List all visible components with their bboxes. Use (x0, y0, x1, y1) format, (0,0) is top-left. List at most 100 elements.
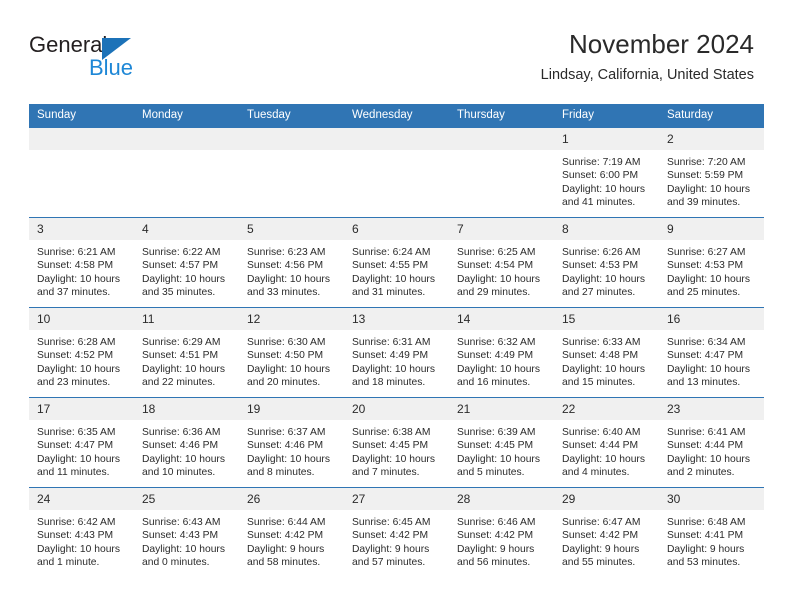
day-detail-line: Daylight: 10 hours (457, 363, 540, 375)
page-header: General Blue November 2024 Lindsay, Cali… (0, 0, 792, 104)
day-detail-line: and 25 minutes. (667, 287, 741, 299)
calendar-day-cell[interactable]: 28 Sunrise: 6:46 AM Sunset: 4:42 PM Dayligh… (449, 487, 554, 577)
calendar-cell-empty (29, 127, 134, 218)
day-detail-line: Sunset: 4:49 PM (352, 350, 429, 362)
day-detail-line: Sunset: 4:46 PM (247, 440, 324, 452)
day-detail-line: Daylight: 10 hours (562, 183, 645, 195)
calendar-day-cell[interactable]: 24 Sunrise: 6:42 AM Sunset: 4:43 PM Dayligh… (29, 487, 134, 577)
day-details: Sunrise: 7:19 AM Sunset: 6:00 PM Daylight:… (554, 150, 659, 210)
calendar-day-cell[interactable]: 3 Sunrise: 6:21 AM Sunset: 4:58 PM Daylight… (29, 217, 134, 308)
day-detail-line: Sunset: 5:59 PM (667, 170, 744, 182)
day-detail-line: and 5 minutes. (457, 467, 525, 479)
day-number: 26 (239, 488, 344, 510)
calendar-day-cell[interactable]: 8 Sunrise: 6:26 AM Sunset: 4:53 PM Daylight… (554, 217, 659, 308)
day-detail-line: Sunrise: 6:31 AM (352, 337, 431, 348)
day-detail-line: and 23 minutes. (37, 377, 111, 389)
day-number: 4 (134, 218, 239, 240)
day-detail-line: Daylight: 10 hours (457, 273, 540, 285)
calendar-day-cell[interactable]: 19 Sunrise: 6:37 AM Sunset: 4:46 PM Dayligh… (239, 397, 344, 488)
calendar-day-cell[interactable]: 27 Sunrise: 6:45 AM Sunset: 4:42 PM Dayligh… (344, 487, 449, 577)
day-details: Sunrise: 6:32 AM Sunset: 4:49 PM Daylight:… (449, 330, 554, 390)
day-detail-line: Sunset: 4:44 PM (667, 440, 744, 452)
day-detail-line: Daylight: 10 hours (457, 453, 540, 465)
calendar-day-cell[interactable]: 21 Sunrise: 6:39 AM Sunset: 4:45 PM Dayligh… (449, 397, 554, 488)
day-detail-line: and 33 minutes. (247, 287, 321, 299)
calendar-week-row: 1 Sunrise: 7:19 AM Sunset: 6:00 PM Daylight… (29, 127, 764, 218)
day-details: Sunrise: 6:33 AM Sunset: 4:48 PM Daylight:… (554, 330, 659, 390)
day-detail-line: and 29 minutes. (457, 287, 531, 299)
brand-logo[interactable]: General Blue (29, 33, 219, 83)
calendar-day-cell[interactable]: 5 Sunrise: 6:23 AM Sunset: 4:56 PM Daylight… (239, 217, 344, 308)
day-detail-line: Daylight: 10 hours (247, 273, 330, 285)
day-number: 29 (554, 488, 659, 510)
brand-name-general: General (29, 32, 108, 57)
calendar-day-cell[interactable]: 6 Sunrise: 6:24 AM Sunset: 4:55 PM Daylight… (344, 217, 449, 308)
calendar-day-cell[interactable]: 29 Sunrise: 6:47 AM Sunset: 4:42 PM Dayligh… (554, 487, 659, 577)
day-detail-line: Sunset: 4:42 PM (352, 530, 429, 542)
day-number: 8 (554, 218, 659, 240)
calendar-day-cell[interactable]: 14 Sunrise: 6:32 AM Sunset: 4:49 PM Dayligh… (449, 307, 554, 398)
calendar-day-cell[interactable]: 9 Sunrise: 6:27 AM Sunset: 4:53 PM Daylight… (659, 217, 764, 308)
calendar-day-cell[interactable]: 26 Sunrise: 6:44 AM Sunset: 4:42 PM Dayligh… (239, 487, 344, 577)
day-detail-line: and 11 minutes. (37, 467, 110, 479)
day-number: 3 (29, 218, 134, 240)
calendar-day-cell[interactable]: 17 Sunrise: 6:35 AM Sunset: 4:47 PM Dayligh… (29, 397, 134, 488)
day-number: 10 (29, 308, 134, 330)
day-number: 25 (134, 488, 239, 510)
day-number: 12 (239, 308, 344, 330)
calendar-day-cell[interactable]: 16 Sunrise: 6:34 AM Sunset: 4:47 PM Dayligh… (659, 307, 764, 398)
calendar-day-cell[interactable]: 1 Sunrise: 7:19 AM Sunset: 6:00 PM Daylight… (554, 127, 659, 218)
day-details: Sunrise: 6:29 AM Sunset: 4:51 PM Daylight:… (134, 330, 239, 390)
calendar-day-cell[interactable]: 12 Sunrise: 6:30 AM Sunset: 4:50 PM Dayligh… (239, 307, 344, 398)
day-detail-line: Sunset: 4:44 PM (562, 440, 639, 452)
calendar-day-cell[interactable]: 10 Sunrise: 6:28 AM Sunset: 4:52 PM Dayligh… (29, 307, 134, 398)
calendar-day-cell[interactable]: 22 Sunrise: 6:40 AM Sunset: 4:44 PM Dayligh… (554, 397, 659, 488)
calendar-day-cell[interactable]: 13 Sunrise: 6:31 AM Sunset: 4:49 PM Dayligh… (344, 307, 449, 398)
calendar-day-cell[interactable]: 7 Sunrise: 6:25 AM Sunset: 4:54 PM Daylight… (449, 217, 554, 308)
day-detail-line: Daylight: 10 hours (37, 363, 120, 375)
day-detail-line: Sunrise: 6:30 AM (247, 337, 326, 348)
calendar-day-cell[interactable]: 15 Sunrise: 6:33 AM Sunset: 4:48 PM Dayligh… (554, 307, 659, 398)
calendar-day-cell[interactable]: 18 Sunrise: 6:36 AM Sunset: 4:46 PM Dayligh… (134, 397, 239, 488)
day-detail-line: and 31 minutes. (352, 287, 426, 299)
day-detail-line: and 20 minutes. (247, 377, 321, 389)
day-detail-line: Sunrise: 6:28 AM (37, 337, 116, 348)
day-number: 1 (554, 128, 659, 150)
calendar-day-cell[interactable]: 11 Sunrise: 6:29 AM Sunset: 4:51 PM Dayligh… (134, 307, 239, 398)
day-detail-line: Sunrise: 6:40 AM (562, 427, 641, 438)
day-detail-line: and 35 minutes. (142, 287, 216, 299)
day-detail-line: Daylight: 10 hours (37, 543, 120, 555)
calendar-day-cell[interactable]: 20 Sunrise: 6:38 AM Sunset: 4:45 PM Dayligh… (344, 397, 449, 488)
day-detail-line: Sunset: 4:55 PM (352, 260, 429, 272)
day-number: 2 (659, 128, 764, 150)
day-detail-line: Sunset: 4:42 PM (562, 530, 639, 542)
day-details: Sunrise: 6:38 AM Sunset: 4:45 PM Daylight:… (344, 420, 449, 480)
day-detail-line: Sunset: 4:42 PM (457, 530, 534, 542)
day-detail-line: Sunrise: 6:45 AM (352, 517, 431, 528)
day-detail-line: Sunset: 4:52 PM (37, 350, 114, 362)
weekday-header-sunday: Sunday (29, 104, 134, 128)
calendar-day-cell[interactable]: 23 Sunrise: 6:41 AM Sunset: 4:44 PM Dayligh… (659, 397, 764, 488)
day-detail-line: Sunrise: 6:42 AM (37, 517, 116, 528)
day-details: Sunrise: 6:37 AM Sunset: 4:46 PM Daylight:… (239, 420, 344, 480)
day-detail-line: Sunrise: 6:47 AM (562, 517, 641, 528)
day-detail-line: Sunrise: 6:23 AM (247, 247, 326, 258)
day-number: 23 (659, 398, 764, 420)
day-detail-line: and 4 minutes. (562, 467, 630, 479)
title-block: November 2024 Lindsay, California, Unite… (541, 28, 754, 84)
day-detail-line: and 10 minutes. (142, 467, 216, 479)
day-details: Sunrise: 6:23 AM Sunset: 4:56 PM Daylight:… (239, 240, 344, 300)
day-detail-line: and 27 minutes. (562, 287, 636, 299)
day-details: Sunrise: 6:22 AM Sunset: 4:57 PM Daylight:… (134, 240, 239, 300)
day-detail-line: Sunset: 4:43 PM (37, 530, 114, 542)
day-detail-line: Daylight: 10 hours (562, 453, 645, 465)
calendar-day-cell[interactable]: 2 Sunrise: 7:20 AM Sunset: 5:59 PM Daylight… (659, 127, 764, 218)
day-details (344, 150, 449, 156)
calendar-day-cell[interactable]: 25 Sunrise: 6:43 AM Sunset: 4:43 PM Dayligh… (134, 487, 239, 577)
calendar-day-cell[interactable]: 30 Sunrise: 6:48 AM Sunset: 4:41 PM Dayligh… (659, 487, 764, 577)
day-detail-line: and 39 minutes. (667, 197, 741, 209)
calendar-day-cell[interactable]: 4 Sunrise: 6:22 AM Sunset: 4:57 PM Daylight… (134, 217, 239, 308)
day-number: 22 (554, 398, 659, 420)
day-detail-line: and 18 minutes. (352, 377, 426, 389)
day-detail-line: Sunrise: 6:22 AM (142, 247, 221, 258)
